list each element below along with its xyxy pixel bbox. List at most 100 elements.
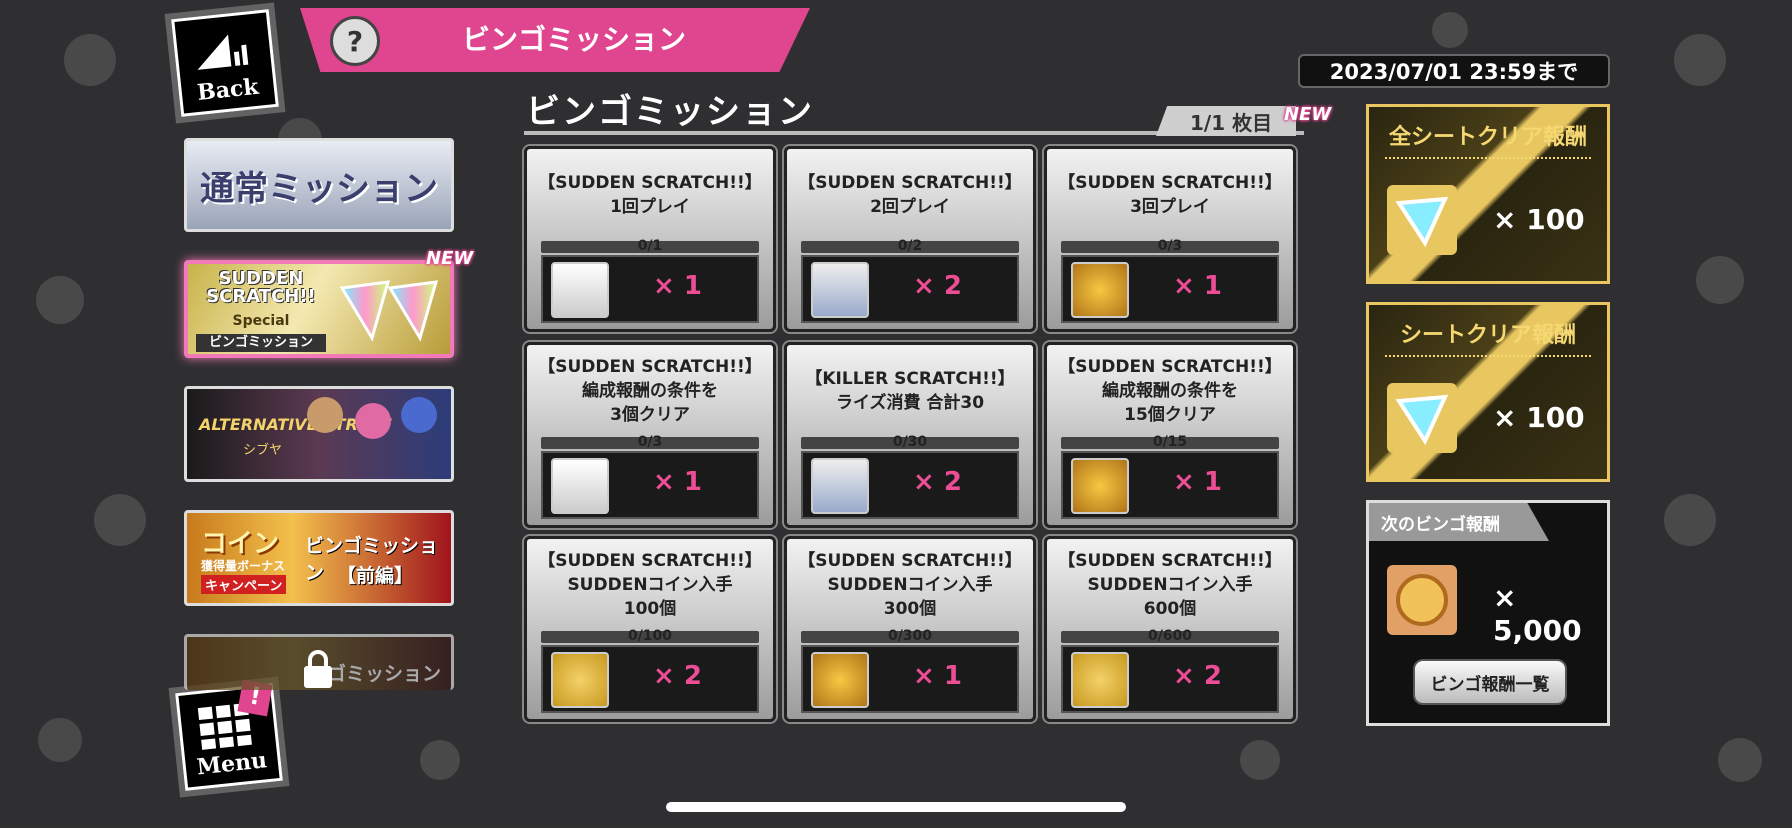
next-reward-qty: × 5,000 bbox=[1493, 581, 1582, 647]
alt-banner-sub: シブヤ bbox=[243, 443, 283, 458]
reward-qty: × 2 bbox=[1173, 661, 1222, 691]
mission-title: 【SUDDEN SCRATCH!!】 SUDDENコイン入手 300個 bbox=[787, 549, 1033, 621]
mission-card[interactable]: 【SUDDEN SCRATCH!!】 3回プレイ 0/3 × 1 bbox=[1044, 146, 1296, 332]
coin-banner-part: 【前編】 bbox=[337, 565, 414, 587]
mission-title: 【SUDDEN SCRATCH!!】 SUDDENコイン入手 600個 bbox=[1047, 549, 1293, 621]
sudden-banner-special: Special bbox=[232, 313, 290, 329]
mission-title-line: 【SUDDEN SCRATCH!!】 bbox=[538, 173, 762, 193]
coin-banner-campaign: キャンペーン bbox=[201, 575, 287, 594]
character-avatar bbox=[307, 397, 343, 433]
progress-label: 0/600 bbox=[1147, 628, 1193, 644]
mission-title: 【KILLER SCRATCH!!】 ライズ消費 合計30 bbox=[787, 367, 1033, 415]
sudden-scratch-bingo-banner[interactable]: SUDDEN SCRATCH!! Special ビンゴミッション bbox=[184, 260, 454, 358]
reward-qty: × 2 bbox=[913, 467, 962, 497]
gold-medal-icon bbox=[1071, 262, 1129, 318]
sudden-new-badge: NEW bbox=[426, 248, 474, 269]
mission-title: 【SUDDEN SCRATCH!!】 編成報酬の条件を 15個クリア bbox=[1047, 355, 1293, 427]
sudden-banner-sub: ビンゴミッション bbox=[196, 334, 326, 352]
mission-title-line: 【SUDDEN SCRATCH!!】 bbox=[538, 357, 762, 377]
progress-label: 0/30 bbox=[892, 434, 928, 450]
mission-title-line: 1回プレイ bbox=[610, 197, 690, 217]
all-sheet-reward-title: 全シートクリア報酬 bbox=[1388, 125, 1587, 150]
mission-card[interactable]: 【SUDDEN SCRATCH!!】 2回プレイ 0/2 × 2 bbox=[784, 146, 1036, 332]
all-sheet-reward-qty: × 100 bbox=[1493, 203, 1585, 236]
reward-qty: × 2 bbox=[913, 271, 962, 301]
silver-emblem-icon bbox=[1071, 652, 1129, 708]
silver-emblem-icon bbox=[551, 652, 609, 708]
menu-label: Menu bbox=[195, 747, 269, 781]
reward-slot: × 2 bbox=[1061, 645, 1279, 713]
coin-banner-title: コイン bbox=[201, 529, 280, 559]
rainbow-ticket-icon bbox=[1387, 383, 1457, 453]
card-pack-icon bbox=[811, 458, 869, 514]
mission-title: 【SUDDEN SCRATCH!!】 編成報酬の条件を 3個クリア bbox=[527, 355, 773, 427]
coin-banner-bonus: 獲得量ボーナス bbox=[201, 559, 286, 573]
mission-title: 【SUDDEN SCRATCH!!】 SUDDENコイン入手 100個 bbox=[527, 549, 773, 621]
all-sheet-clear-reward-panel[interactable]: 全シートクリア報酬 × 100 bbox=[1366, 104, 1610, 284]
home-indicator[interactable] bbox=[666, 802, 1126, 812]
sheet-pager: 1/1 枚目 bbox=[1156, 106, 1296, 136]
mission-title-line: 編成報酬の条件を bbox=[582, 381, 718, 401]
sudden-banner-logo: SUDDEN SCRATCH!! bbox=[206, 268, 316, 307]
progress-label: 0/2 bbox=[897, 238, 923, 254]
mission-card[interactable]: 【SUDDEN SCRATCH!!】 編成報酬の条件を 3個クリア 0/3 × 1 bbox=[524, 342, 776, 528]
reward-qty: × 1 bbox=[1173, 467, 1222, 497]
back-label: Back bbox=[195, 73, 260, 106]
mission-title: 【SUDDEN SCRATCH!!】 1回プレイ bbox=[527, 171, 773, 219]
reward-slot: × 2 bbox=[801, 255, 1019, 323]
reward-qty: × 1 bbox=[1173, 271, 1222, 301]
progress-label: 0/300 bbox=[887, 628, 933, 644]
mission-title-line: SUDDENコイン入手 bbox=[1087, 575, 1253, 595]
locked-banner-label: ゴミッション bbox=[327, 663, 442, 685]
character-avatar bbox=[401, 397, 437, 433]
mission-card[interactable]: 【SUDDEN SCRATCH!!】 編成報酬の条件を 15個クリア 0/15 × 1 bbox=[1044, 342, 1296, 528]
mission-title-line: 【SUDDEN SCRATCH!!】 bbox=[1058, 551, 1282, 571]
progress-label: 0/100 bbox=[627, 628, 673, 644]
mission-title-line: 【SUDDEN SCRATCH!!】 bbox=[798, 551, 1022, 571]
back-button[interactable]: Back bbox=[171, 9, 279, 117]
mission-card[interactable]: 【KILLER SCRATCH!!】 ライズ消費 合計30 0/30 × 2 bbox=[784, 342, 1036, 528]
mission-card[interactable]: 【SUDDEN SCRATCH!!】 1回プレイ 0/1 × 1 bbox=[524, 146, 776, 332]
new-badge: NEW bbox=[1284, 104, 1332, 125]
sheet-clear-reward-panel[interactable]: シートクリア報酬 × 100 bbox=[1366, 302, 1610, 482]
rainbow-ticket-icon bbox=[1387, 185, 1457, 255]
bingo-reward-list-button[interactable]: ビンゴ報酬一覧 bbox=[1413, 659, 1567, 705]
pager-label: 1/1 枚目 bbox=[1190, 110, 1273, 135]
rainbow-tickets-icon bbox=[339, 280, 439, 342]
gold-medal-icon bbox=[1071, 458, 1129, 514]
mission-title-line: 【SUDDEN SCRATCH!!】 bbox=[798, 173, 1022, 193]
mission-title: 【SUDDEN SCRATCH!!】 2回プレイ bbox=[787, 171, 1033, 219]
progress-label: 0/1 bbox=[637, 238, 663, 254]
reward-slot: × 2 bbox=[801, 451, 1019, 519]
reward-qty: × 2 bbox=[653, 661, 702, 691]
reward-qty: × 1 bbox=[913, 661, 962, 691]
page-title: ビンゴミッション bbox=[462, 23, 687, 56]
mission-card[interactable]: 【SUDDEN SCRATCH!!】 SUDDENコイン入手 300個 0/300 × … bbox=[784, 536, 1036, 722]
mission-title-line: 600個 bbox=[1143, 599, 1197, 619]
mission-card[interactable]: 【SUDDEN SCRATCH!!】 SUDDENコイン入手 600個 0/600 × … bbox=[1044, 536, 1296, 722]
green-can-icon bbox=[551, 458, 609, 514]
mission-title-line: 15個クリア bbox=[1124, 405, 1216, 425]
mission-title-line: SUDDENコイン入手 bbox=[827, 575, 993, 595]
progress-label: 0/15 bbox=[1152, 434, 1188, 450]
mission-title-line: SUDDENコイン入手 bbox=[567, 575, 733, 595]
mission-title-line: 【SUDDEN SCRATCH!!】 bbox=[1058, 357, 1282, 377]
reward-slot: × 1 bbox=[541, 255, 759, 323]
mission-title-line: 100個 bbox=[623, 599, 677, 619]
alternative-street-banner[interactable]: ALTERNATIVE STREET シブヤ bbox=[184, 386, 454, 482]
normal-mission-button[interactable]: 通常ミッション bbox=[184, 138, 454, 232]
reward-qty: × 1 bbox=[653, 271, 702, 301]
mission-title-line: 300個 bbox=[883, 599, 937, 619]
progress-label: 0/3 bbox=[1157, 238, 1183, 254]
mission-title-line: 2回プレイ bbox=[870, 197, 950, 217]
card-pack-icon bbox=[811, 262, 869, 318]
reward-qty: × 1 bbox=[653, 467, 702, 497]
panel-divider bbox=[1385, 355, 1591, 357]
gold-medal-icon bbox=[811, 652, 869, 708]
coin-bingo-banner[interactable]: コイン 獲得量ボーナス キャンペーン ビンゴミッション 【前編】 bbox=[184, 510, 454, 606]
mission-title-line: 編成報酬の条件を bbox=[1102, 381, 1238, 401]
mission-card[interactable]: 【SUDDEN SCRATCH!!】 SUDDENコイン入手 100個 0/100 × … bbox=[524, 536, 776, 722]
help-button[interactable]: ? bbox=[330, 16, 380, 66]
panel-divider bbox=[1385, 157, 1591, 159]
progress-label: 0/3 bbox=[637, 434, 663, 450]
